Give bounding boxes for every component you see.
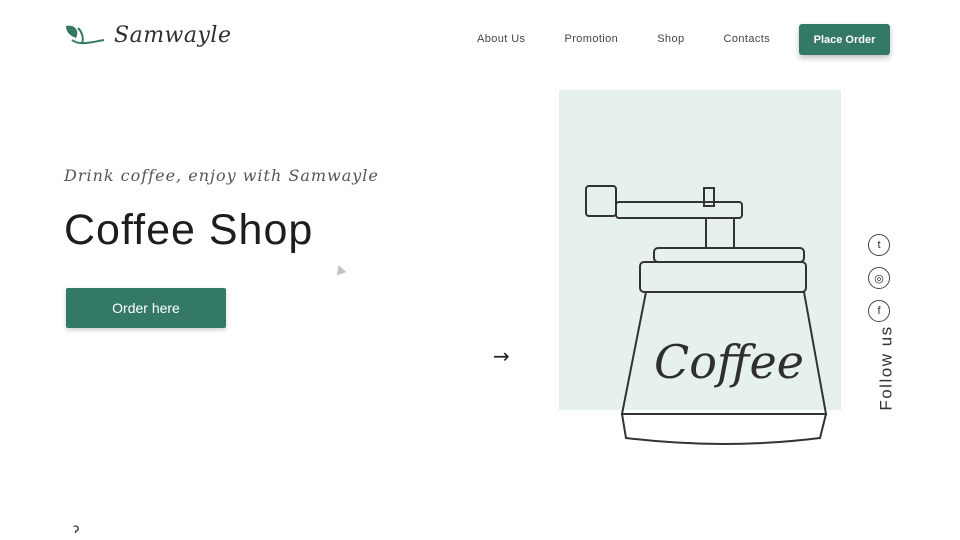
mouse-cursor-icon — [333, 263, 347, 276]
twitter-icon[interactable]: t — [868, 234, 890, 256]
instagram-icon[interactable]: ◎ — [868, 267, 890, 289]
nav-item-contacts[interactable]: Contacts — [723, 33, 770, 45]
follow-us-label: Follow us — [876, 325, 896, 411]
social-links: t ◎ f — [868, 234, 890, 322]
main-nav: About Us Promotion Shop Contacts — [477, 33, 809, 45]
leaf-logo-icon — [66, 25, 105, 45]
next-arrow-icon[interactable]: → — [493, 344, 510, 368]
hero-title: Coffee Shop — [64, 206, 314, 254]
nav-item-promotion[interactable]: Promotion — [564, 33, 618, 45]
nav-item-about-us[interactable]: About Us — [477, 33, 525, 45]
illustration-label: Coffee — [654, 335, 804, 389]
order-here-button[interactable]: Order here — [66, 288, 226, 328]
nav-item-shop[interactable]: Shop — [657, 33, 684, 45]
logo[interactable]: Samwayle — [64, 22, 231, 48]
coffee-grinder-illustration: Coffee — [585, 185, 828, 445]
facebook-icon[interactable]: f — [868, 300, 890, 322]
place-order-button[interactable]: Place Order — [799, 24, 890, 55]
brand-name: Samwayle — [114, 22, 232, 48]
scroll-hint-icon: ɂ — [73, 522, 80, 537]
hero-tagline: Drink coffee, enjoy with Samwayle — [64, 166, 379, 185]
